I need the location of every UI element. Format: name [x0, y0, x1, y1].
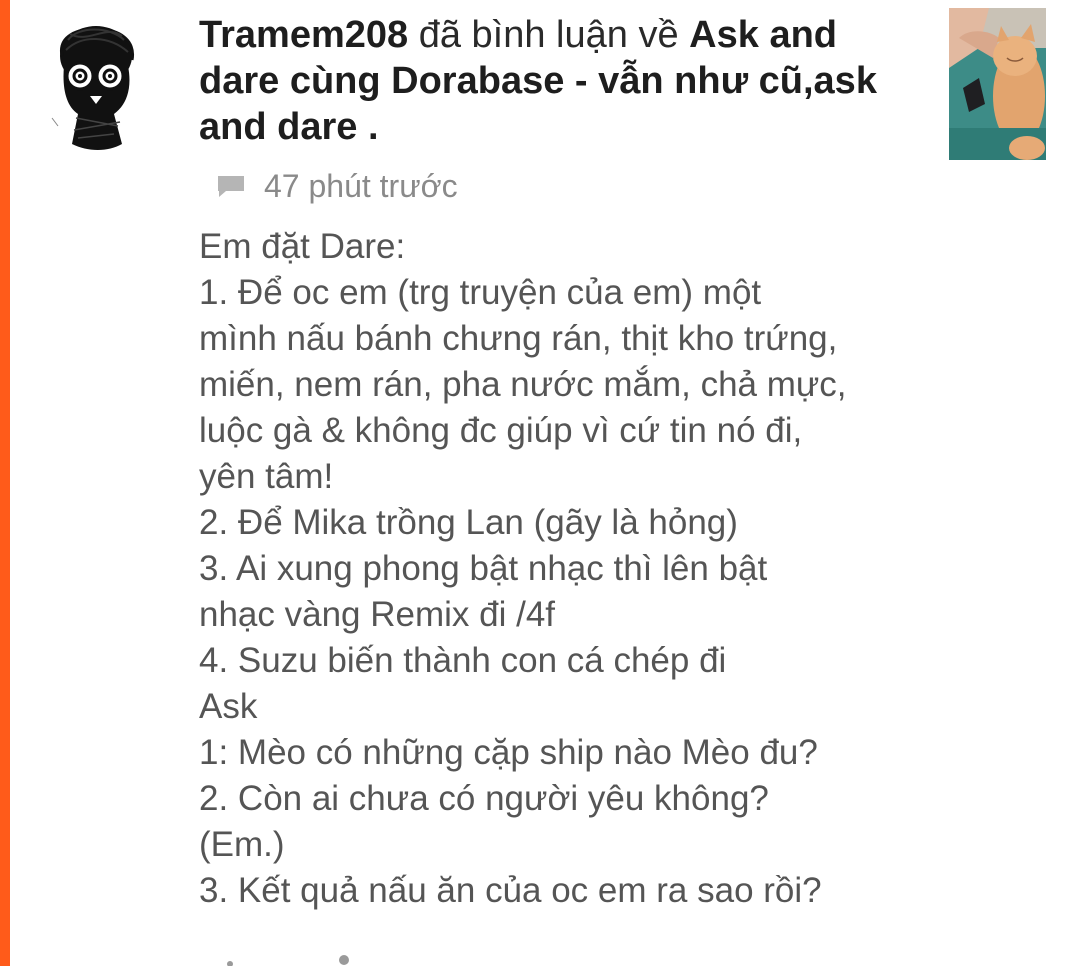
post-thumbnail[interactable] — [949, 8, 1046, 160]
comment-line: luộc gà & không đc giúp vì cứ tin nó đi, — [199, 411, 803, 450]
speech-bubble-icon — [218, 176, 244, 197]
comment-notification[interactable]: Tramem208 đã bình luận về Ask and dare c… — [0, 0, 1080, 966]
username[interactable]: Tramem208 — [199, 14, 408, 56]
comment-line: mình nấu bánh chưng rán, thịt kho trứng, — [199, 319, 838, 358]
comment-line: Em đặt Dare: — [199, 227, 406, 266]
user-avatar[interactable] — [48, 26, 144, 152]
comment-line: (Em.) — [199, 825, 285, 864]
post-title-part-1[interactable]: Ask and — [689, 14, 837, 56]
comment-line: 4. Suzu biến thành con cá chép đi — [199, 641, 727, 680]
timestamp: 47 phút trước — [264, 167, 458, 204]
comment-line: nhạc vàng Remix đi /4f — [199, 595, 556, 634]
comment-line: 2. Còn ai chưa có người yêu không? — [199, 779, 769, 818]
cat-photo-thumbnail-icon — [949, 8, 1046, 160]
post-title-part-3[interactable]: and dare . — [199, 106, 379, 148]
doodle-face-avatar-icon — [51, 26, 135, 150]
comment-line: yên tâm! — [199, 457, 334, 496]
notification-meta: 47 phút trước — [216, 166, 458, 206]
comment-line: Ask — [199, 687, 258, 726]
comment-line: 1. Để oc em (trg truyện của em) một — [199, 273, 762, 312]
truncated-content-hint — [227, 955, 349, 966]
comment-text[interactable]: Em đặt Dare: 1. Để oc em (trg truyện của… — [199, 224, 959, 914]
action-text: đã bình luận về — [418, 14, 679, 56]
notification-headline[interactable]: Tramem208 đã bình luận về Ask and dare c… — [199, 12, 919, 150]
comment-line: 3. Kết quả nấu ăn của oc em ra sao rồi? — [199, 871, 822, 910]
comment-line: 1: Mèo có những cặp ship nào Mèo đu? — [199, 733, 818, 772]
comment-line: miến, nem rán, pha nước mắm, chả mực, — [199, 365, 847, 404]
post-title-part-2[interactable]: dare cùng Dorabase - vẫn như cũ,ask — [199, 60, 877, 102]
comment-line: 3. Ai xung phong bật nhạc thì lên bật — [199, 549, 768, 588]
comment-line: 2. Để Mika trồng Lan (gãy là hỏng) — [199, 503, 738, 542]
